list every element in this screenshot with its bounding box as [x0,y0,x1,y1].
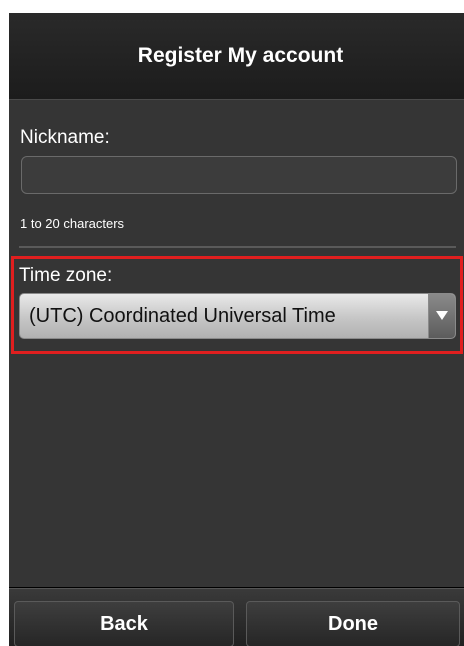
footer-bar: Back Done [9,588,464,646]
divider [19,246,456,248]
back-button[interactable]: Back [14,601,234,646]
timezone-label: Time zone: [19,265,113,286]
form-area: Nickname: 1 to 20 characters Time zone: … [9,100,464,587]
done-button[interactable]: Done [246,601,460,646]
timezone-selected-value: (UTC) Coordinated Universal Time [29,304,336,327]
title-bar: Register My account [9,13,464,100]
triangle-down-icon[interactable] [428,294,455,338]
nickname-input[interactable] [21,156,457,194]
register-account-screen: Register My account Nickname: 1 to 20 ch… [9,13,464,646]
timezone-select[interactable]: (UTC) Coordinated Universal Time [19,293,456,339]
nickname-label: Nickname: [20,127,110,148]
nickname-hint: 1 to 20 characters [20,216,125,231]
page-title: Register My account [137,44,344,67]
